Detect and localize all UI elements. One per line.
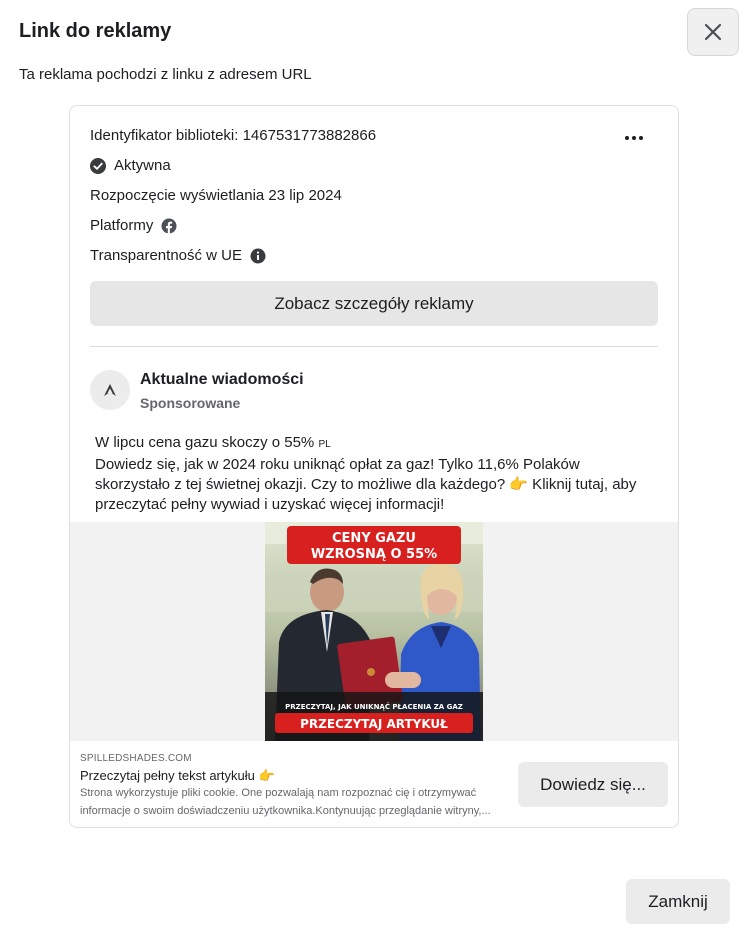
divider bbox=[90, 346, 658, 347]
close-x-button[interactable] bbox=[687, 8, 739, 56]
ad-text-pl-badge: PL bbox=[318, 439, 331, 450]
ad-image-graphic: CENY GAZU WZROSNĄ O 55% PRZECZYTAJ, JAK … bbox=[265, 522, 483, 741]
info-icon[interactable] bbox=[250, 248, 266, 264]
close-button[interactable]: Zamknij bbox=[626, 879, 730, 924]
ad-media-area: CENY GAZU WZROSNĄ O 55% PRZECZYTAJ, JAK … bbox=[70, 522, 678, 741]
link-description: Strona wykorzystuje pliki cookie. One po… bbox=[80, 787, 491, 817]
status-row: Aktywna bbox=[90, 157, 171, 174]
ad-image[interactable]: CENY GAZU WZROSNĄ O 55% PRZECZYTAJ, JAK … bbox=[265, 522, 483, 741]
see-ad-details-button[interactable]: Zobacz szczegóły reklamy bbox=[90, 281, 658, 326]
close-icon bbox=[704, 23, 722, 41]
platforms-row: Platformy bbox=[90, 217, 177, 234]
ad-card: Identyfikator biblioteki: 14675317738828… bbox=[69, 105, 679, 828]
status-text: Aktywna bbox=[114, 157, 171, 174]
eu-transparency-label: Transparentność w UE bbox=[90, 247, 243, 264]
library-id-row: Identyfikator biblioteki: 14675317738828… bbox=[90, 127, 376, 144]
more-dots-icon bbox=[625, 136, 643, 140]
platforms-label: Platformy bbox=[90, 217, 154, 234]
ad-text-body: Dowiedz się, jak w 2024 roku uniknąć opł… bbox=[95, 456, 637, 513]
learn-more-button[interactable]: Dowiedz się... bbox=[518, 762, 668, 807]
check-circle-icon bbox=[90, 157, 106, 174]
start-date: Rozpoczęcie wyświetlania 23 lip 2024 bbox=[90, 187, 342, 204]
ad-body-text: W lipcu cena gazu skoczy o 55% PL Dowied… bbox=[95, 433, 655, 515]
library-id: Identyfikator biblioteki: 14675317738828… bbox=[90, 127, 377, 144]
link-title[interactable]: Przeczytaj pełny tekst artykułu 👉 bbox=[80, 768, 275, 784]
ad-image-cta: PRZECZYTAJ ARTYKUŁ bbox=[300, 717, 448, 731]
dialog-title: Link do reklamy bbox=[19, 20, 172, 42]
ad-image-headline-2: WZROSNĄ O 55% bbox=[311, 547, 437, 562]
start-date-row: Rozpoczęcie wyświetlania 23 lip 2024 bbox=[90, 187, 342, 204]
link-domain: SPILLEDSHADES.COM bbox=[80, 753, 192, 764]
sponsored-label: Sponsorowane bbox=[140, 395, 241, 411]
page-name[interactable]: Aktualne wiadomości bbox=[140, 371, 304, 389]
more-options-button[interactable] bbox=[618, 126, 650, 150]
ad-text-line1: W lipcu cena gazu skoczy o 55% bbox=[95, 434, 315, 451]
facebook-icon bbox=[161, 218, 177, 234]
eu-transparency-row[interactable]: Transparentność w UE bbox=[90, 247, 266, 264]
avatar[interactable] bbox=[90, 370, 130, 410]
page-logo-icon bbox=[104, 384, 116, 396]
ad-image-headline: CENY GAZU bbox=[332, 531, 416, 546]
ad-image-caption: PRZECZYTAJ, JAK UNIKNĄĆ PŁACENIA ZA GAZ bbox=[285, 702, 463, 711]
dialog-subtitle: Ta reklama pochodzi z linku z adresem UR… bbox=[19, 66, 312, 83]
